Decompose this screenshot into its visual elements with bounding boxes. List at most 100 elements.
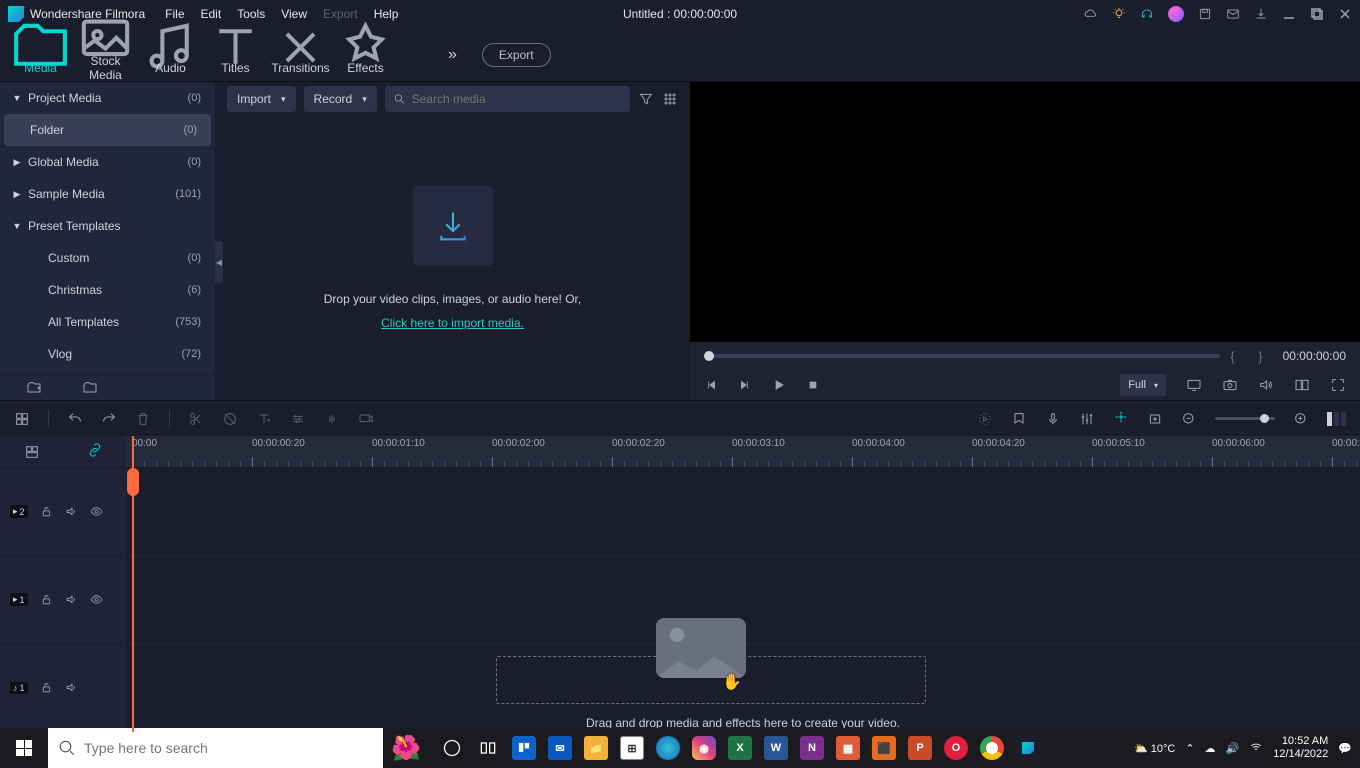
grid-view-icon[interactable]	[662, 91, 678, 107]
video-track-1[interactable]: ▸1	[0, 556, 126, 644]
preview-quality-dropdown[interactable]: Full▾	[1120, 374, 1166, 396]
sidebar-sample-media[interactable]: ▶Sample Media(101)	[0, 178, 215, 210]
filter-icon[interactable]	[638, 91, 654, 107]
tab-effects[interactable]: Effects	[333, 35, 398, 75]
sidebar-christmas[interactable]: Christmas(6)	[0, 274, 215, 306]
voiceover-icon[interactable]	[1045, 411, 1061, 427]
taskbar-app-filmora[interactable]	[1011, 728, 1045, 768]
sidebar-global-media[interactable]: ▶Global Media(0)	[0, 146, 215, 178]
video-preview[interactable]	[690, 82, 1360, 342]
window-close-icon[interactable]	[1338, 7, 1352, 21]
play-icon[interactable]	[772, 378, 786, 392]
media-search-input[interactable]	[412, 92, 622, 106]
tab-audio[interactable]: Audio	[138, 35, 203, 75]
playback-scrubber[interactable]	[704, 354, 1220, 358]
track-manager-icon[interactable]	[24, 444, 40, 460]
undo-icon[interactable]	[67, 411, 83, 427]
task-view-icon[interactable]	[435, 728, 469, 768]
media-drop-area[interactable]: Drop your video clips, images, or audio …	[215, 116, 690, 400]
taskbar-widgets-icon[interactable]	[471, 728, 505, 768]
zoom-out-icon[interactable]	[1181, 411, 1197, 427]
taskbar-app-chrome[interactable]	[975, 728, 1009, 768]
timeline-body[interactable]: 00:0000:00:00:2000:00:01:1000:00:02:0000…	[126, 436, 1360, 732]
lightbulb-icon[interactable]	[1112, 7, 1126, 21]
compare-icon[interactable]	[1294, 377, 1310, 393]
layout-icon[interactable]	[14, 411, 30, 427]
audio-beat-icon[interactable]	[324, 411, 340, 427]
text-icon[interactable]	[256, 411, 272, 427]
adjust-icon[interactable]	[290, 411, 306, 427]
tab-media[interactable]: Media	[8, 35, 73, 85]
record-screen-icon[interactable]	[358, 411, 374, 427]
window-maximize-icon[interactable]	[1310, 7, 1324, 21]
zoom-in-icon[interactable]	[1293, 411, 1309, 427]
marker-icon[interactable]	[1011, 411, 1027, 427]
render-icon[interactable]	[977, 411, 993, 427]
sidebar-folder[interactable]: Folder(0)	[4, 114, 211, 146]
add-marker-icon[interactable]	[1147, 411, 1163, 427]
taskbar-search-input[interactable]	[84, 740, 373, 756]
mark-brackets-icon[interactable]: { }	[1230, 349, 1272, 364]
video-track-2[interactable]: ▸2	[0, 468, 126, 556]
timeline-ruler[interactable]: 00:0000:00:00:2000:00:01:1000:00:02:0000…	[126, 436, 1360, 468]
lock-icon[interactable]	[40, 681, 53, 694]
sidebar-collapse-handle[interactable]: ◀	[215, 241, 223, 283]
taskbar-app-explorer[interactable]: 📁	[579, 728, 613, 768]
search-highlight-icon[interactable]: 🌺	[389, 731, 423, 765]
next-frame-icon[interactable]	[738, 378, 752, 392]
link-icon[interactable]	[87, 442, 103, 458]
mail-icon[interactable]	[1226, 7, 1240, 21]
import-dropdown[interactable]: Import▾	[227, 86, 296, 112]
taskbar-app-excel[interactable]: X	[723, 728, 757, 768]
taskbar-app-trello[interactable]	[507, 728, 541, 768]
taskbar-app-mail[interactable]: ✉	[543, 728, 577, 768]
new-folder-icon[interactable]	[26, 380, 42, 396]
taskbar-app-store[interactable]: ⊞	[615, 728, 649, 768]
cloud-icon[interactable]	[1084, 7, 1098, 21]
zoom-slider[interactable]	[1215, 417, 1275, 420]
prev-frame-icon[interactable]	[704, 378, 718, 392]
export-button[interactable]: Export	[482, 43, 551, 67]
save-icon[interactable]	[1198, 7, 1212, 21]
snapshot-icon[interactable]	[1222, 377, 1238, 393]
notifications-icon[interactable]: 💬	[1338, 742, 1352, 755]
visible-icon[interactable]	[90, 593, 103, 606]
taskbar-app-presentation[interactable]: ▦	[831, 728, 865, 768]
taskbar-app-office[interactable]: ⬛	[867, 728, 901, 768]
track-size-toggle[interactable]	[1327, 412, 1346, 426]
sidebar-all-templates[interactable]: All Templates(753)	[0, 306, 215, 338]
taskbar-app-opera[interactable]: O	[939, 728, 973, 768]
tab-stock-media[interactable]: Stock Media	[73, 28, 138, 82]
sidebar-preset-templates[interactable]: ▼Preset Templates	[0, 210, 215, 242]
audio-track-1[interactable]: ♪1	[0, 644, 126, 732]
taskbar-search[interactable]	[48, 728, 383, 768]
download-icon[interactable]	[1254, 7, 1268, 21]
lock-icon[interactable]	[40, 505, 53, 518]
sidebar-project-media[interactable]: ▼Project Media(0)	[0, 82, 215, 114]
tray-chevron-icon[interactable]: ⌃	[1185, 742, 1194, 755]
stop-icon[interactable]	[806, 378, 820, 392]
speaker-icon[interactable]: 🔊	[1226, 742, 1240, 755]
mute-icon[interactable]	[65, 593, 78, 606]
taskbar-app-onenote[interactable]: N	[795, 728, 829, 768]
folder-icon[interactable]	[82, 380, 98, 396]
import-media-link[interactable]: Click here to import media.	[381, 316, 524, 330]
volume-icon[interactable]	[1258, 377, 1274, 393]
fullscreen-icon[interactable]	[1330, 377, 1346, 393]
media-search[interactable]	[385, 86, 630, 112]
playhead[interactable]	[132, 436, 134, 732]
mute-icon[interactable]	[65, 681, 78, 694]
profile-avatar-icon[interactable]	[1168, 6, 1184, 22]
taskbar-app-word[interactable]: W	[759, 728, 793, 768]
lock-icon[interactable]	[40, 593, 53, 606]
onedrive-icon[interactable]: ☁	[1205, 742, 1216, 755]
sidebar-custom[interactable]: Custom(0)	[0, 242, 215, 274]
split-icon[interactable]	[188, 411, 204, 427]
mute-icon[interactable]	[65, 505, 78, 518]
crop-icon[interactable]	[222, 411, 238, 427]
auto-ripple-icon[interactable]	[1113, 409, 1129, 425]
display-icon[interactable]	[1186, 377, 1202, 393]
window-minimize-icon[interactable]	[1282, 7, 1296, 21]
import-media-icon[interactable]	[413, 186, 493, 266]
taskbar-app-instagram[interactable]: ◉	[687, 728, 721, 768]
